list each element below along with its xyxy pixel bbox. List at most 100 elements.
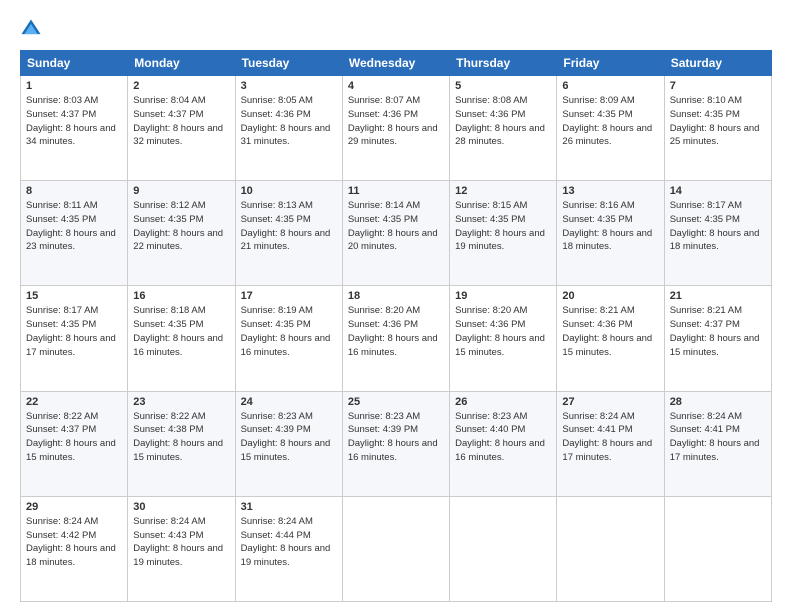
day-cell-8: 8Sunrise: 8:11 AMSunset: 4:35 PMDaylight… bbox=[21, 181, 128, 286]
day-number: 25 bbox=[348, 396, 444, 408]
sunset: Sunset: 4:36 PM bbox=[455, 319, 525, 330]
daylight: Daylight: 8 hours and 25 minutes. bbox=[670, 123, 760, 148]
sunrise: Sunrise: 8:19 AM bbox=[241, 305, 313, 316]
day-info: Sunrise: 8:14 AM Sunset: 4:35 PM Daylight:… bbox=[348, 199, 444, 254]
sunrise: Sunrise: 8:12 AM bbox=[133, 200, 205, 211]
day-cell-9: 9Sunrise: 8:12 AMSunset: 4:35 PMDaylight… bbox=[128, 181, 235, 286]
daylight: Daylight: 8 hours and 20 minutes. bbox=[348, 228, 438, 253]
sunrise: Sunrise: 8:24 AM bbox=[26, 516, 98, 527]
day-cell-3: 3Sunrise: 8:05 AMSunset: 4:36 PMDaylight… bbox=[235, 76, 342, 181]
day-number: 10 bbox=[241, 185, 337, 197]
daylight: Daylight: 8 hours and 19 minutes. bbox=[133, 543, 223, 568]
daylight: Daylight: 8 hours and 26 minutes. bbox=[562, 123, 652, 148]
day-cell-4: 4Sunrise: 8:07 AMSunset: 4:36 PMDaylight… bbox=[342, 76, 449, 181]
day-info: Sunrise: 8:22 AMSunset: 4:37 PMDaylight:… bbox=[26, 410, 122, 465]
sunrise: Sunrise: 8:24 AM bbox=[670, 411, 742, 422]
day-cell-14: 14Sunrise: 8:17 AMSunset: 4:35 PMDayligh… bbox=[664, 181, 771, 286]
day-cell-2: 2Sunrise: 8:04 AMSunset: 4:37 PMDaylight… bbox=[128, 76, 235, 181]
empty-cell bbox=[450, 496, 557, 601]
day-number: 15 bbox=[26, 290, 122, 302]
day-cell-11: 11 Sunrise: 8:14 AM Sunset: 4:35 PM Dayligh… bbox=[342, 181, 449, 286]
day-cell-28: 28Sunrise: 8:24 AMSunset: 4:41 PMDayligh… bbox=[664, 391, 771, 496]
daylight: Daylight: 8 hours and 22 minutes. bbox=[133, 228, 223, 253]
sunset: Sunset: 4:42 PM bbox=[26, 530, 96, 541]
day-info: Sunrise: 8:24 AMSunset: 4:43 PMDaylight:… bbox=[133, 515, 229, 570]
day-cell-27: 27Sunrise: 8:24 AMSunset: 4:41 PMDayligh… bbox=[557, 391, 664, 496]
sunset: Sunset: 4:37 PM bbox=[26, 424, 96, 435]
col-header-friday: Friday bbox=[557, 51, 664, 76]
daylight: Daylight: 8 hours and 17 minutes. bbox=[670, 438, 760, 463]
daylight: Daylight: 8 hours and 18 minutes. bbox=[670, 228, 760, 253]
week-row-5: 29Sunrise: 8:24 AMSunset: 4:42 PMDayligh… bbox=[21, 496, 772, 601]
sunset: Sunset: 4:35 PM bbox=[133, 214, 203, 225]
day-info: Sunrise: 8:23 AMSunset: 4:40 PMDaylight:… bbox=[455, 410, 551, 465]
logo-icon bbox=[20, 18, 42, 40]
day-info: Sunrise: 8:24 AMSunset: 4:42 PMDaylight:… bbox=[26, 515, 122, 570]
day-number: 24 bbox=[241, 396, 337, 408]
sunrise: Sunrise: 8:24 AM bbox=[562, 411, 634, 422]
week-row-4: 22Sunrise: 8:22 AMSunset: 4:37 PMDayligh… bbox=[21, 391, 772, 496]
sunrise: Sunrise: 8:14 AM bbox=[348, 200, 420, 211]
sunrise: Sunrise: 8:23 AM bbox=[241, 411, 313, 422]
sunset: Sunset: 4:35 PM bbox=[562, 109, 632, 120]
day-info: Sunrise: 8:09 AMSunset: 4:35 PMDaylight:… bbox=[562, 94, 658, 149]
day-cell-5: 5Sunrise: 8:08 AMSunset: 4:36 PMDaylight… bbox=[450, 76, 557, 181]
daylight: Daylight: 8 hours and 18 minutes. bbox=[562, 228, 652, 253]
sunset: Sunset: 4:37 PM bbox=[133, 109, 203, 120]
week-row-3: 15Sunrise: 8:17 AMSunset: 4:35 PMDayligh… bbox=[21, 286, 772, 391]
daylight: Daylight: 8 hours and 15 minutes. bbox=[133, 438, 223, 463]
col-header-sunday: Sunday bbox=[21, 51, 128, 76]
daylight: Daylight: 8 hours and 17 minutes. bbox=[26, 333, 116, 358]
day-number: 8 bbox=[26, 185, 122, 197]
daylight: Daylight: 8 hours and 16 minutes. bbox=[348, 333, 438, 358]
week-row-2: 8Sunrise: 8:11 AMSunset: 4:35 PMDaylight… bbox=[21, 181, 772, 286]
day-cell-20: 20Sunrise: 8:21 AMSunset: 4:36 PMDayligh… bbox=[557, 286, 664, 391]
day-info: Sunrise: 8:22 AMSunset: 4:38 PMDaylight:… bbox=[133, 410, 229, 465]
day-cell-12: 12Sunrise: 8:15 AMSunset: 4:35 PMDayligh… bbox=[450, 181, 557, 286]
day-number: 20 bbox=[562, 290, 658, 302]
sunset: Sunset: 4:36 PM bbox=[562, 319, 632, 330]
col-header-saturday: Saturday bbox=[664, 51, 771, 76]
sunrise: Sunrise: 8:24 AM bbox=[241, 516, 313, 527]
day-number: 31 bbox=[241, 501, 337, 513]
sunset: Sunset: 4:37 PM bbox=[26, 109, 96, 120]
day-info: Sunrise: 8:20 AMSunset: 4:36 PMDaylight:… bbox=[455, 304, 551, 359]
sunrise: Sunrise: 8:17 AM bbox=[26, 305, 98, 316]
day-number: 16 bbox=[133, 290, 229, 302]
day-cell-16: 16Sunrise: 8:18 AMSunset: 4:35 PMDayligh… bbox=[128, 286, 235, 391]
daylight: Daylight: 8 hours and 16 minutes. bbox=[241, 333, 331, 358]
sunrise: Sunrise: 8:20 AM bbox=[348, 305, 420, 316]
day-number: 5 bbox=[455, 80, 551, 92]
sunset: Sunset: 4:36 PM bbox=[348, 109, 418, 120]
sunrise: Sunrise: 8:23 AM bbox=[455, 411, 527, 422]
day-number: 21 bbox=[670, 290, 766, 302]
daylight: Daylight: 8 hours and 31 minutes. bbox=[241, 123, 331, 148]
day-info: Sunrise: 8:23 AMSunset: 4:39 PMDaylight:… bbox=[348, 410, 444, 465]
day-info: Sunrise: 8:13 AMSunset: 4:35 PMDaylight:… bbox=[241, 199, 337, 254]
sunrise: Sunrise: 8:04 AM bbox=[133, 95, 205, 106]
header bbox=[20, 18, 772, 40]
page: SundayMondayTuesdayWednesdayThursdayFrid… bbox=[0, 0, 792, 612]
daylight: Daylight: 8 hours and 34 minutes. bbox=[26, 123, 116, 148]
daylight: Daylight: 8 hours and 32 minutes. bbox=[133, 123, 223, 148]
sunset: Sunset: 4:36 PM bbox=[241, 109, 311, 120]
sunset: Sunset: 4:44 PM bbox=[241, 530, 311, 541]
sunrise: Sunrise: 8:03 AM bbox=[26, 95, 98, 106]
day-cell-29: 29Sunrise: 8:24 AMSunset: 4:42 PMDayligh… bbox=[21, 496, 128, 601]
day-cell-23: 23Sunrise: 8:22 AMSunset: 4:38 PMDayligh… bbox=[128, 391, 235, 496]
day-cell-25: 25 Sunrise: 8:23 AMSunset: 4:39 PMDayligh… bbox=[342, 391, 449, 496]
day-number: 11 bbox=[348, 185, 444, 197]
sunset: Sunset: 4:36 PM bbox=[348, 319, 418, 330]
sunrise: Sunrise: 8:17 AM bbox=[670, 200, 742, 211]
day-cell-19: 19 Sunrise: 8:20 AMSunset: 4:36 PMDayligh… bbox=[450, 286, 557, 391]
day-cell-17: 17Sunrise: 8:19 AMSunset: 4:35 PMDayligh… bbox=[235, 286, 342, 391]
empty-cell bbox=[342, 496, 449, 601]
day-number: 28 bbox=[670, 396, 766, 408]
calendar-table: SundayMondayTuesdayWednesdayThursdayFrid… bbox=[20, 50, 772, 602]
day-cell-10: 10 Sunrise: 8:13 AMSunset: 4:35 PMDayligh… bbox=[235, 181, 342, 286]
day-number: 14 bbox=[670, 185, 766, 197]
sunset: Sunset: 4:35 PM bbox=[348, 214, 418, 225]
col-header-thursday: Thursday bbox=[450, 51, 557, 76]
day-info: Sunrise: 8:04 AM Sunset: 4:37 PM Daylight:… bbox=[133, 94, 229, 149]
day-number: 19 bbox=[455, 290, 551, 302]
